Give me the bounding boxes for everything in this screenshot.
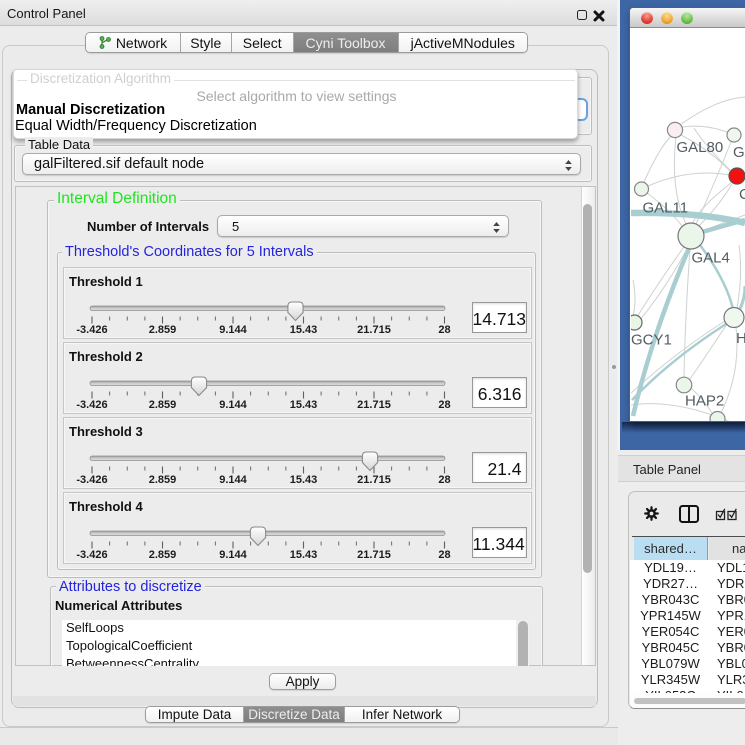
svg-text:15.43: 15.43 <box>290 549 318 561</box>
svg-text:-3.426: -3.426 <box>76 324 107 336</box>
svg-text:2.859: 2.859 <box>149 474 177 486</box>
svg-text:28: 28 <box>438 474 450 486</box>
svg-text:15.43: 15.43 <box>290 324 318 336</box>
svg-text:-3.426: -3.426 <box>76 549 107 561</box>
svg-text:28: 28 <box>438 399 450 411</box>
svg-text:21.715: 21.715 <box>357 399 391 411</box>
svg-text:GAL4: GAL4 <box>692 250 730 267</box>
svg-text:28: 28 <box>438 324 450 336</box>
svg-text:HAP2: HAP2 <box>685 393 724 410</box>
svg-text:9.144: 9.144 <box>219 549 247 561</box>
svg-text:GA: GA <box>733 144 745 161</box>
svg-text:2.859: 2.859 <box>149 549 177 561</box>
svg-text:H: H <box>736 330 745 347</box>
svg-text:-3.426: -3.426 <box>76 474 107 486</box>
svg-text:21.715: 21.715 <box>357 324 391 336</box>
svg-text:9.144: 9.144 <box>219 474 247 486</box>
svg-text:GAL11: GAL11 <box>643 200 689 217</box>
svg-text:28: 28 <box>438 549 450 561</box>
svg-text:9.144: 9.144 <box>219 324 247 336</box>
svg-text:2.859: 2.859 <box>149 324 177 336</box>
svg-text:2.859: 2.859 <box>149 399 177 411</box>
svg-text:-3.426: -3.426 <box>76 399 107 411</box>
svg-text:GCY1: GCY1 <box>631 332 672 349</box>
svg-text:15.43: 15.43 <box>290 474 318 486</box>
svg-text:21.715: 21.715 <box>357 474 391 486</box>
svg-text:9.144: 9.144 <box>219 399 247 411</box>
svg-text:21.715: 21.715 <box>357 549 391 561</box>
svg-text:GAL80: GAL80 <box>677 139 724 156</box>
svg-text:C: C <box>739 186 745 203</box>
svg-text:15.43: 15.43 <box>290 399 318 411</box>
